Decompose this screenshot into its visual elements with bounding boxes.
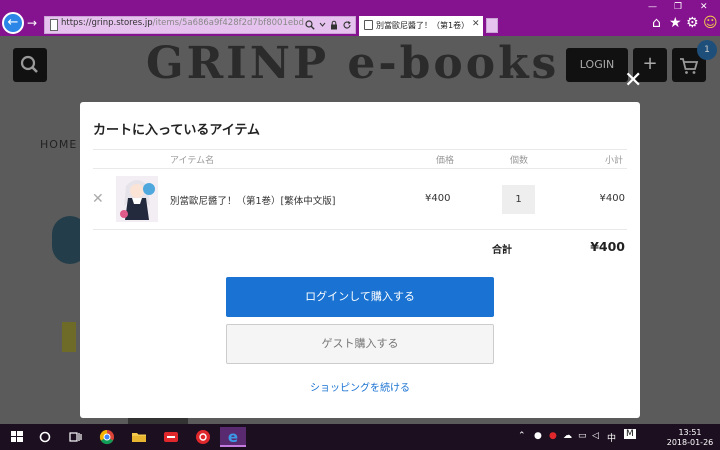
new-tab-button[interactable] [486, 18, 498, 33]
windows-icon [11, 431, 23, 442]
star-icon[interactable]: ★ [669, 15, 682, 31]
search-icon[interactable] [305, 20, 315, 30]
login-purchase-button[interactable]: ログインして購入する [226, 277, 494, 317]
clock-time: 13:51 [678, 428, 702, 437]
divider [93, 168, 627, 169]
page-icon [50, 19, 58, 31]
volume-icon[interactable]: ◁ [592, 431, 599, 441]
start-button[interactable] [6, 427, 28, 447]
task-view-button[interactable] [64, 427, 86, 447]
chevron-down-icon[interactable] [319, 20, 326, 30]
network-icon[interactable]: ▭ [578, 431, 587, 441]
chrome-icon [99, 429, 114, 445]
address-actions [305, 17, 352, 33]
cart-modal: カートに入っているアイテム アイテム名 価格 個数 小計 ✕ 別當歐尼醬了！（第… [80, 102, 640, 418]
divider [93, 149, 627, 150]
item-price: ¥400 [425, 193, 451, 204]
total-value: ¥400 [590, 239, 625, 254]
decoration-block [62, 322, 76, 352]
taskbar-file-explorer[interactable] [128, 427, 150, 447]
maximize-icon[interactable]: ❐ [674, 2, 682, 12]
site-nav-home[interactable]: HOME [40, 138, 77, 151]
folder-icon [132, 433, 146, 442]
cortana-icon [39, 431, 51, 443]
smiley-icon[interactable]: ☺ [703, 15, 718, 31]
tray-app-icon[interactable]: ● [534, 431, 542, 441]
quantity-field[interactable]: 1 [502, 185, 535, 214]
ime-mode[interactable]: 中 [607, 431, 616, 444]
back-button[interactable]: ← [2, 12, 24, 34]
browser-chrome: ← → https://grinp.stores.jp/items/5a686a… [0, 0, 720, 36]
column-header-price: 価格 [436, 156, 455, 166]
continue-shopping-link[interactable]: ショッピングを続ける [226, 379, 494, 394]
music-icon [196, 430, 210, 444]
remove-item-icon[interactable]: ✕ [92, 192, 104, 206]
taskbar: e ⌃ ● ● ☁ ▭ ◁ 中 M 13:51 2018-01-26 [0, 424, 720, 450]
plus-icon: + [642, 53, 658, 74]
column-header-subtotal: 小計 [605, 156, 624, 166]
ime-pad-icon[interactable]: M [624, 429, 636, 439]
anime-cover-icon [116, 176, 158, 222]
app-icon [164, 432, 178, 442]
forward-button[interactable]: → [27, 14, 41, 32]
item-name[interactable]: 別當歐尼醬了！（第1巻）[繁体中文版] [170, 193, 335, 207]
taskbar-music-app[interactable] [192, 427, 214, 447]
cart-count-badge: 1 [697, 40, 717, 60]
url-text: https://grinp.stores.jp/items/5a686a9f42… [61, 18, 304, 28]
page-favicon-icon [364, 20, 373, 30]
tab-active[interactable]: 別當歐尼醬了！（第1卷）[... ✕ [359, 16, 483, 36]
tray-app-icon[interactable]: ● [549, 431, 557, 441]
search-button[interactable] [34, 427, 56, 447]
clock[interactable]: 13:51 2018-01-26 [666, 428, 714, 448]
svg-text:e: e [228, 428, 238, 446]
lock-icon[interactable] [330, 20, 338, 30]
item-thumbnail[interactable] [116, 176, 158, 222]
cloud-icon[interactable]: ☁ [563, 431, 572, 441]
minimize-icon[interactable]: — [648, 2, 657, 12]
forward-arrow-icon: → [27, 16, 38, 30]
clock-date: 2018-01-26 [666, 438, 714, 447]
column-header-qty: 個数 [510, 156, 529, 166]
taskbar-edge[interactable]: e [220, 427, 246, 447]
modal-close-icon[interactable]: ✕ [624, 70, 642, 92]
guest-purchase-button[interactable]: ゲスト購入する [226, 324, 494, 364]
back-arrow-icon: ← [7, 15, 19, 30]
task-view-icon [69, 432, 82, 442]
refresh-icon[interactable] [342, 20, 352, 30]
column-header-item: アイテム名 [170, 156, 215, 166]
gear-icon[interactable]: ⚙ [686, 15, 699, 31]
total-label: 合計 [492, 245, 512, 256]
taskbar-app-red[interactable] [160, 427, 182, 447]
address-bar[interactable]: https://grinp.stores.jp/items/5a686a9f42… [44, 16, 356, 34]
home-icon[interactable]: ⌂ [652, 15, 661, 31]
close-window-icon[interactable]: ✕ [700, 2, 708, 12]
site-logo: GRINP e-books [146, 38, 560, 89]
tab-title: 別當歐尼醬了！（第1卷）[... [376, 21, 468, 30]
item-subtotal: ¥400 [599, 193, 625, 204]
modal-title: カートに入っているアイテム [93, 123, 261, 138]
edge-icon: e [228, 428, 238, 446]
site-login-button[interactable]: LOGIN [566, 48, 628, 82]
tab-close-icon[interactable]: ✕ [472, 19, 480, 29]
divider [93, 229, 627, 230]
tray-chevron-up-icon[interactable]: ⌃ [518, 431, 526, 441]
taskbar-chrome[interactable] [96, 427, 118, 447]
site-search-button[interactable] [13, 48, 47, 82]
search-icon [20, 55, 38, 73]
